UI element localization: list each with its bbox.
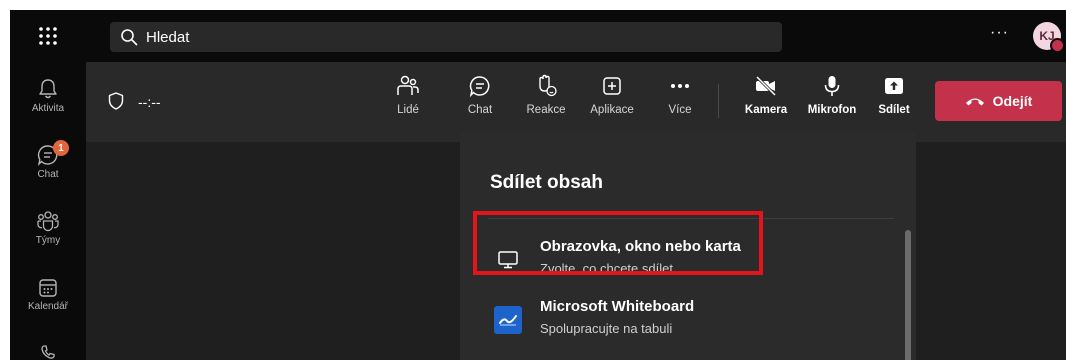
- chat-icon: [469, 76, 490, 98]
- apps-button[interactable]: Aplikace: [585, 74, 639, 116]
- calendar-icon: [39, 279, 57, 297]
- left-rail: Aktivita 1 Chat Týmy Kalendář: [10, 62, 86, 360]
- highlight-box: [473, 211, 763, 275]
- rail-label-activity: Aktivita: [31, 103, 65, 114]
- teams-icon: [37, 211, 59, 232]
- camera-button[interactable]: Kamera: [739, 74, 793, 116]
- whiteboard-icon: [490, 302, 526, 338]
- microphone-button-label: Mikrofon: [807, 104, 857, 116]
- settings-more-button[interactable]: ···: [990, 24, 1009, 42]
- rail-label-chat: Chat: [37, 169, 59, 180]
- chat-unread-badge: 1: [53, 140, 69, 156]
- hang-up-icon: [965, 98, 984, 106]
- raise-hand-icon: [539, 74, 557, 97]
- share-option-whiteboard[interactable]: Microsoft Whiteboard Spolupracujte na ta…: [488, 292, 888, 346]
- rail-label-teams: Týmy: [35, 235, 61, 246]
- share-panel-title: Sdílet obsah: [490, 172, 603, 193]
- people-icon: [397, 75, 419, 95]
- toolbar-divider: [718, 84, 719, 118]
- top-bar: Hledat ··· KJ: [10, 10, 1066, 62]
- microphone-icon: [824, 76, 840, 96]
- share-button[interactable]: Sdílet: [867, 74, 921, 116]
- app-launcher-button[interactable]: [10, 10, 86, 62]
- rail-item-calls[interactable]: [10, 344, 86, 360]
- search-placeholder: Hledat: [146, 28, 190, 46]
- rail-label-calendar: Kalendář: [27, 301, 69, 312]
- reactions-button-label: Reakce: [526, 104, 566, 116]
- teams-window: Hledat ··· KJ Aktivita 1 Chat Týmy Kalen…: [10, 10, 1066, 360]
- camera-off-icon: [755, 75, 777, 97]
- microphone-button[interactable]: Mikrofon: [805, 74, 859, 116]
- search-input[interactable]: Hledat: [110, 22, 782, 52]
- apps-button-label: Aplikace: [590, 104, 634, 116]
- search-icon: [121, 29, 138, 46]
- avatar[interactable]: KJ: [1033, 22, 1065, 53]
- bell-icon: [39, 79, 57, 99]
- more-icon: [671, 84, 689, 88]
- share-option-whiteboard-title: Microsoft Whiteboard: [540, 298, 695, 315]
- chat-button[interactable]: Chat: [453, 74, 507, 116]
- chat-button-label: Chat: [467, 104, 493, 116]
- more-button-label: Více: [668, 104, 692, 116]
- rail-item-activity[interactable]: Aktivita: [10, 78, 86, 114]
- panel-scrollbar[interactable]: [905, 230, 911, 360]
- people-button[interactable]: Lidé: [381, 74, 435, 116]
- leave-button-label: Odejít: [992, 93, 1033, 109]
- rail-item-chat[interactable]: 1 Chat: [10, 140, 86, 180]
- rail-item-teams[interactable]: Týmy: [10, 210, 86, 246]
- share-option-whiteboard-subtitle: Spolupracujte na tabuli: [540, 321, 673, 336]
- people-button-label: Lidé: [397, 104, 419, 116]
- share-button-label: Sdílet: [878, 104, 910, 116]
- more-button[interactable]: Více: [653, 74, 707, 116]
- leave-button[interactable]: Odejít: [935, 81, 1062, 121]
- share-icon: [885, 78, 903, 94]
- reactions-button[interactable]: Reakce: [519, 74, 573, 116]
- camera-button-label: Kamera: [744, 104, 788, 116]
- apps-icon: [603, 77, 621, 95]
- waffle-icon: [39, 27, 57, 45]
- meeting-timer: --:--: [138, 94, 161, 110]
- meeting-control-bar: --:-- Lidé Chat Reakce Aplikace Více Kam…: [86, 62, 1066, 142]
- phone-icon: [41, 345, 55, 359]
- shield-icon: [108, 92, 124, 110]
- rail-item-calendar[interactable]: Kalendář: [10, 278, 86, 312]
- presence-status-icon: [1050, 38, 1065, 53]
